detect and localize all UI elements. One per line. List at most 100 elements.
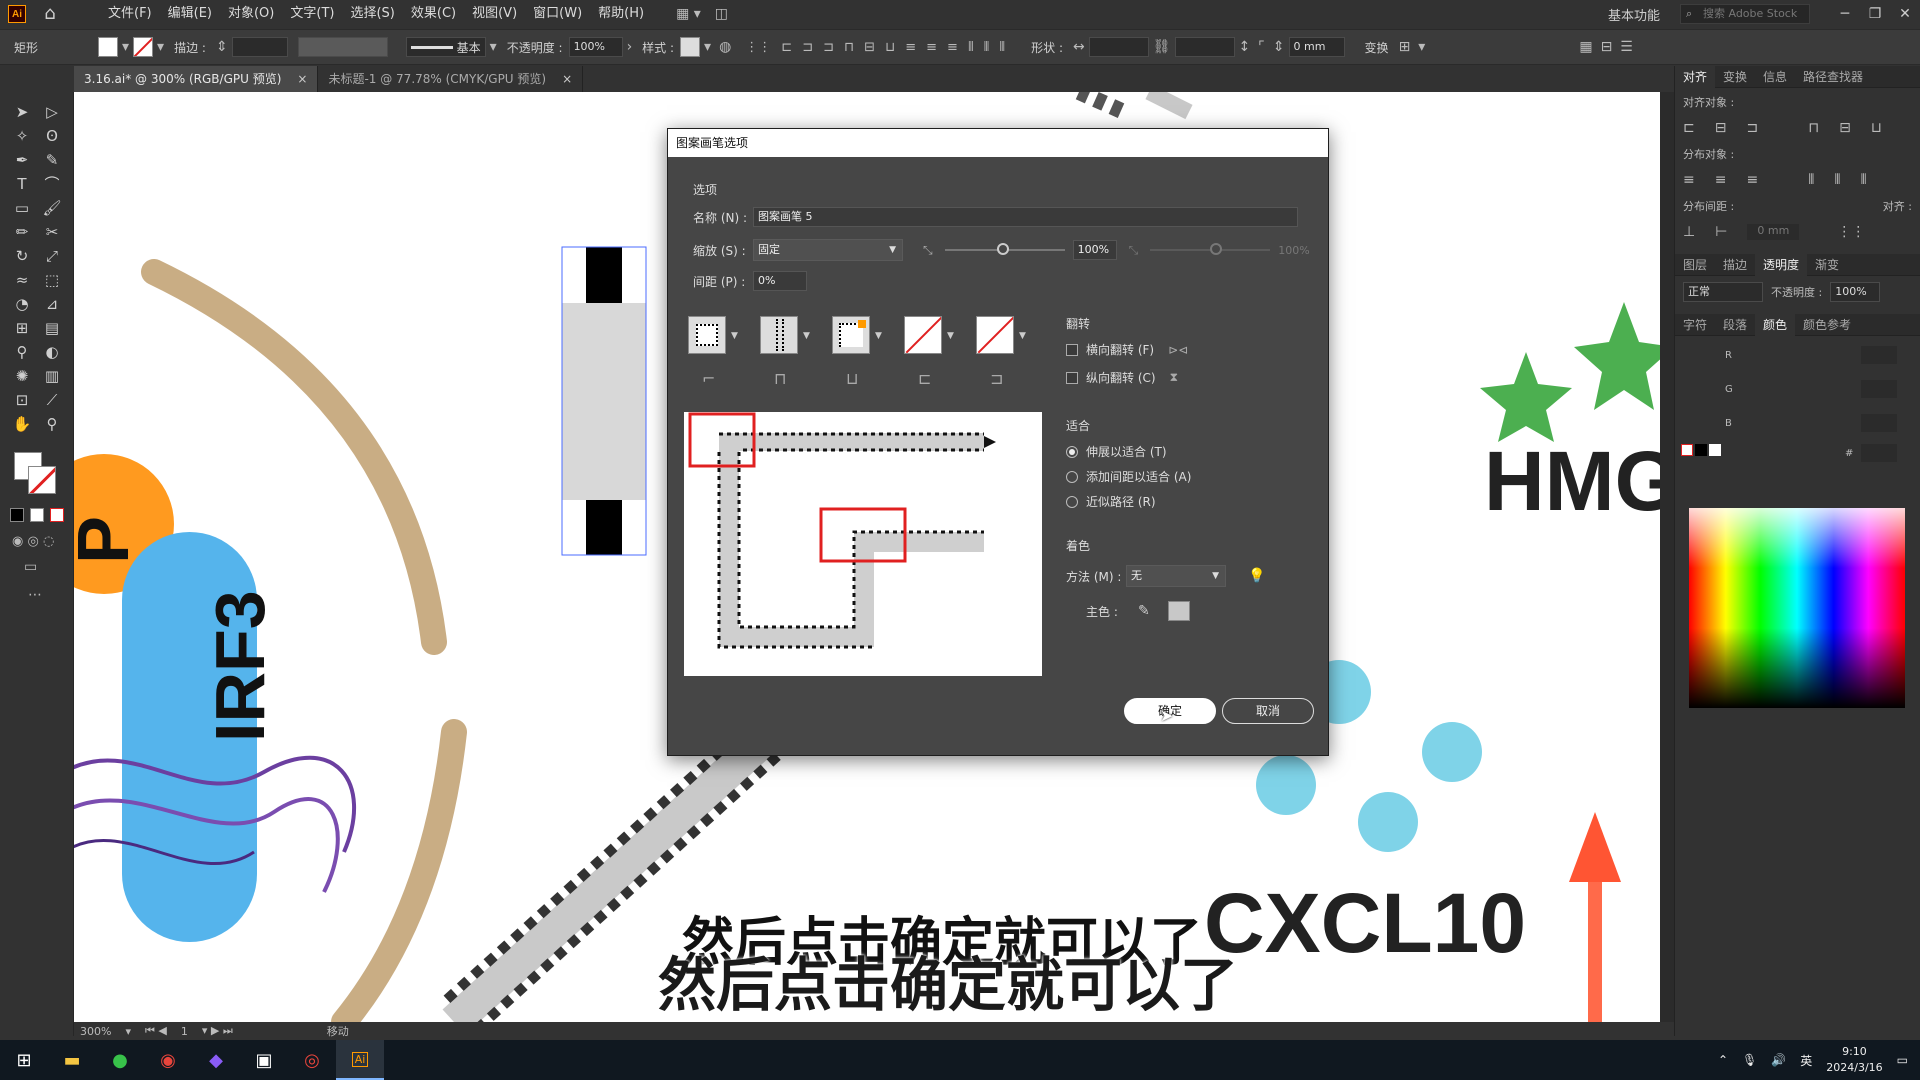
menu-effect[interactable]: 效果(C) [403,0,464,28]
align-hcenter-icon[interactable]: ⊐ [802,40,813,55]
shape-builder-tool-icon[interactable]: ◔ [10,292,34,316]
distribute-right-icon[interactable]: ⦀ [999,40,1005,55]
menu-object[interactable]: 对象(O) [220,0,282,28]
chevron-down-icon[interactable]: ▾ [1418,39,1425,55]
panel-options-icon[interactable]: ▦ [1579,39,1592,55]
more-tools-icon[interactable]: ⋯ [28,587,73,603]
b-value-field[interactable] [1861,414,1897,432]
none-color-icon[interactable] [50,508,64,522]
chevron-down-icon[interactable]: ▾ [122,39,129,55]
menu-edit[interactable]: 编辑(E) [160,0,220,28]
chevron-down-icon[interactable]: ▾ [157,39,164,55]
clock[interactable]: 9:10 2024/3/16 [1826,1044,1882,1076]
align-to-icon[interactable]: ⋮⋮ [745,40,771,55]
align-center-icon[interactable]: ⊟ [1715,120,1727,136]
distribute-left-icon[interactable]: ⦀ [968,40,974,55]
stroke-stepper-icon[interactable]: ⇕ [216,39,228,55]
stroke-swatch[interactable] [133,37,154,57]
zoom-tool-icon[interactable]: ⚲ [40,412,64,436]
scale-tool-icon[interactable]: ⤢ [40,244,64,268]
align-middle-icon[interactable]: ⊟ [1839,120,1851,136]
corner-type-icon[interactable]: ⌜ [1258,39,1265,55]
mesh-tool-icon[interactable]: ⊞ [10,316,34,340]
distribute-top-icon[interactable]: ≡ [1683,172,1695,188]
align-right-icon[interactable]: ⊐ [823,40,834,55]
fit-stretch-radio[interactable] [1066,445,1078,458]
stroke-weight-field[interactable] [231,37,288,57]
width-icon[interactable]: ↔ [1073,39,1085,55]
chevron-down-icon[interactable]: ▼ [875,331,882,341]
menu-type[interactable]: 文字(T) [282,0,342,28]
selection-tool-icon[interactable]: ➤ [10,100,34,124]
file-explorer-icon[interactable]: ▬ [48,1040,96,1080]
tab-transparency[interactable]: 透明度 [1755,253,1808,276]
magic-wand-tool-icon[interactable]: ✧ [10,124,34,148]
close-tab-icon[interactable]: × [562,72,572,86]
scissors-tool-icon[interactable]: ✂ [40,220,64,244]
variable-width-profile[interactable] [297,37,388,57]
cancel-button[interactable]: 取消 [1222,698,1314,724]
method-select[interactable]: 无 ▼ [1126,565,1226,587]
fit-space-label[interactable]: 添加间距以适合 (A) [1086,468,1191,485]
wechat-icon[interactable]: ● [96,1040,144,1080]
recolor-artwork-icon[interactable]: ◍ [719,39,731,55]
align-top-icon[interactable]: ⊓ [1808,120,1819,136]
color-mode-icon[interactable] [30,508,44,522]
link-icon[interactable]: ⛓ [1153,39,1171,55]
tab-stroke[interactable]: 描边 [1715,254,1755,276]
distribute-hcenter-icon[interactable]: ⦀ [984,40,990,55]
vertical-spacing-icon[interactable]: ⊥ [1683,224,1695,240]
distribute-bottom-icon[interactable]: ≡ [1746,172,1758,188]
panel-menu-icon[interactable]: ☰ [1620,39,1633,55]
scale-percent-field[interactable]: 100% [1072,240,1117,260]
free-transform-tool-icon[interactable]: ⬚ [40,268,64,292]
flip-vertical-row[interactable]: 纵向翻转 (C) ⧗ [1066,369,1178,386]
gpu-icon[interactable]: ◫ [715,6,728,22]
pen-tool-icon[interactable]: ✒ [10,148,34,172]
slice-tool-icon[interactable]: ⟋ [40,388,64,412]
scale-slider-knob[interactable] [996,243,1009,255]
distribute-right-icon[interactable]: ⦀ [1861,172,1867,188]
volume-icon[interactable]: 🔊 [1771,1053,1786,1067]
align-bottom-icon[interactable]: ⊔ [885,40,895,55]
align-left-icon[interactable]: ⊏ [1683,120,1695,136]
hex-value-field[interactable] [1861,444,1897,462]
pencil-tool-icon[interactable]: ✏ [10,220,34,244]
menu-help[interactable]: 帮助(H) [590,0,652,28]
draw-mode-icon[interactable]: ◉ ◎ ◌ [12,534,73,549]
eyedropper-icon[interactable]: ✎ [1138,603,1150,619]
default-colors-icon[interactable] [10,508,24,522]
transparency-opacity-field[interactable]: 100% [1830,282,1881,302]
key-color-swatch[interactable] [1167,601,1190,621]
isolate-icon[interactable]: ⊞ [1399,39,1411,55]
opacity-field[interactable]: 100% [568,37,623,57]
tab-layers[interactable]: 图层 [1675,254,1715,276]
shape-width-field[interactable] [1088,37,1149,57]
stock-search-input[interactable]: ⌕ 搜索 Adobe Stock [1680,4,1810,24]
g-value-field[interactable] [1861,380,1897,398]
menu-select[interactable]: 选择(S) [342,0,402,28]
align-top-icon[interactable]: ⊓ [844,40,854,55]
blend-mode-select[interactable]: 正常 [1683,282,1763,302]
align-right-icon[interactable]: ⊐ [1746,120,1758,136]
distribute-vcenter-icon[interactable]: ≡ [926,40,937,55]
windows-start-icon[interactable]: ⊞ [0,1040,48,1080]
side-tile[interactable] [688,316,726,354]
swatch-none[interactable] [1681,444,1693,456]
flip-vertical-checkbox[interactable] [1066,371,1078,384]
flip-horizontal-label[interactable]: 横向翻转 (F) [1086,341,1154,358]
fit-stretch-row[interactable]: 伸展以适合 (T) [1066,443,1167,460]
arrange-documents-icon[interactable]: ▦ ▾ [676,6,701,22]
close-window-button[interactable]: ✕ [1890,6,1920,22]
perspective-grid-tool-icon[interactable]: ⊿ [40,292,64,316]
zoom-level[interactable]: 300% [80,1025,111,1038]
align-left-icon[interactable]: ⊏ [781,40,792,55]
flip-horizontal-row[interactable]: 横向翻转 (F) ⊳⊲ [1066,341,1188,358]
eyedropper-tool-icon[interactable]: ⚲ [10,340,34,364]
name-input[interactable]: 图案画笔 5 [753,207,1298,227]
menu-window[interactable]: 窗口(W) [525,0,590,28]
illustrator-taskbar-icon[interactable]: Ai [336,1040,384,1080]
fit-space-radio[interactable] [1066,470,1078,483]
graphic-style-swatch[interactable] [680,37,701,57]
r-value-field[interactable] [1861,346,1897,364]
